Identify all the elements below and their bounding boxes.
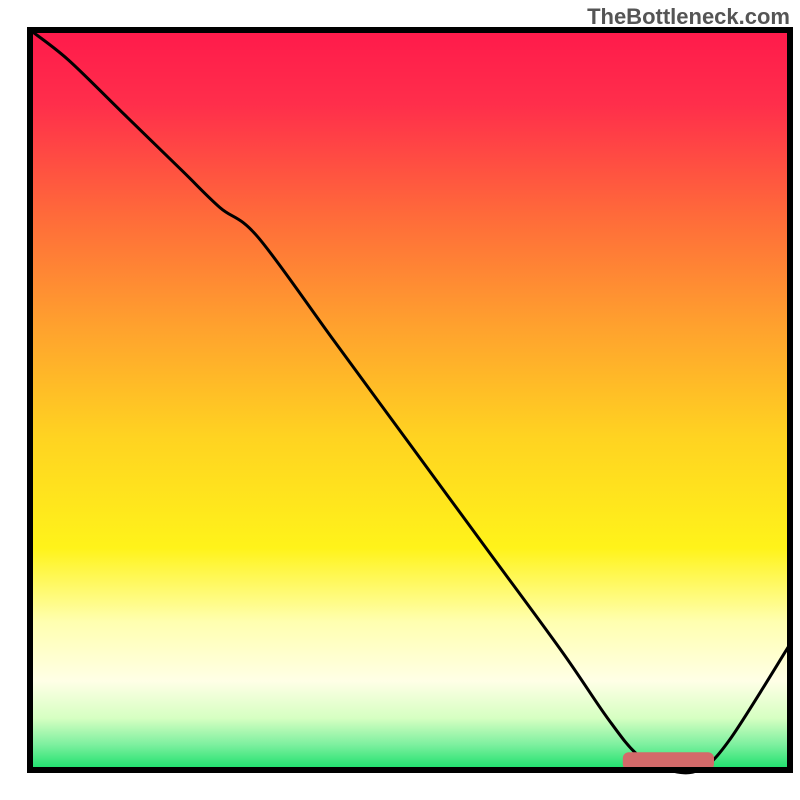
bottleneck-chart xyxy=(0,0,800,800)
watermark-text: TheBottleneck.com xyxy=(587,4,790,30)
plot-background xyxy=(30,30,790,770)
chart-container: TheBottleneck.com xyxy=(0,0,800,800)
